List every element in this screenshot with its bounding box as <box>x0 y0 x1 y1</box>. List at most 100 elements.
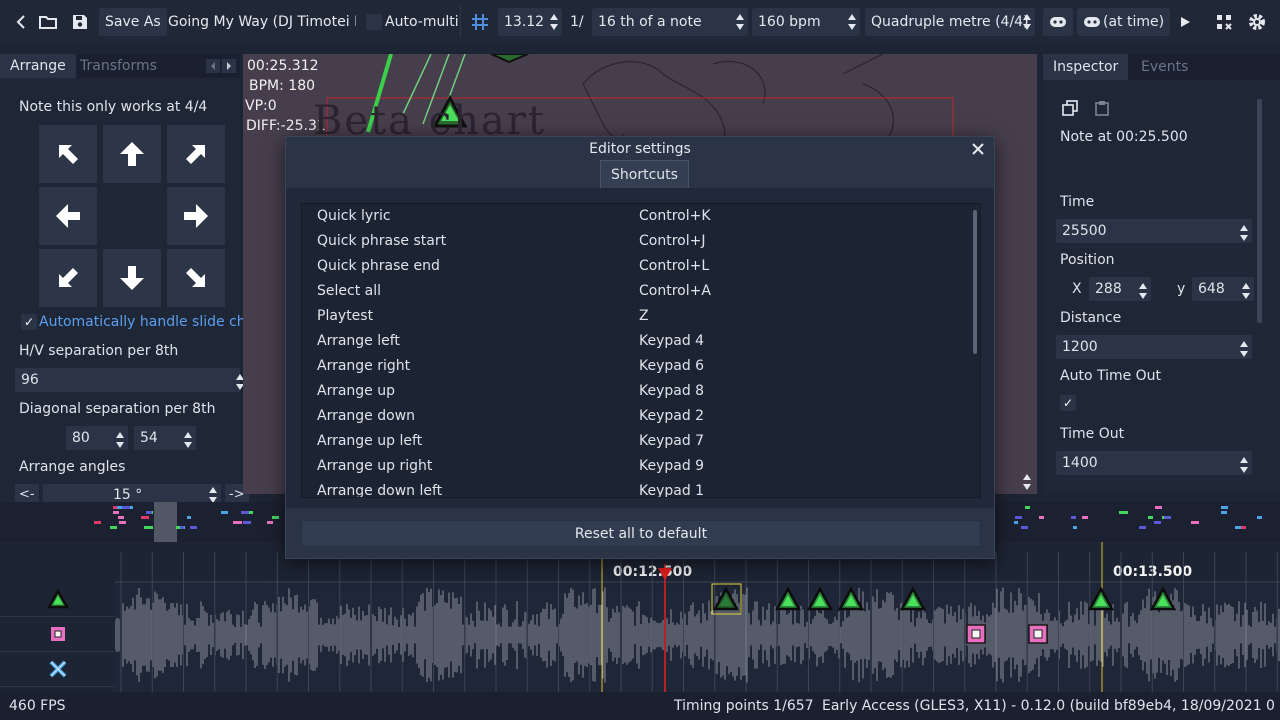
timeout-spin-icon[interactable] <box>1240 457 1248 473</box>
overview-viewport[interactable] <box>154 502 177 542</box>
snap-spin-icon[interactable] <box>550 14 558 30</box>
auto-slide-label: Automatically handle slide chains <box>39 314 275 330</box>
distance-spin-icon[interactable] <box>1240 341 1248 357</box>
tab-scroll-left-icon[interactable] <box>206 59 220 73</box>
shortcut-name: Select all <box>317 283 381 299</box>
arrow-left-icon <box>56 204 80 228</box>
shortcut-key: Keypad 4 <box>639 333 705 349</box>
shortcut-row[interactable]: Arrange up left Keypad 7 <box>302 429 968 454</box>
time-field[interactable]: 25500 <box>1056 219 1252 243</box>
diag-x-spin-icon[interactable] <box>116 432 124 448</box>
tab-arrange[interactable]: Arrange <box>0 54 76 78</box>
arrange-left-button[interactable] <box>39 187 97 245</box>
distance-field[interactable]: 1200 <box>1056 335 1252 359</box>
preview-bpm: BPM: 180 <box>249 78 316 94</box>
gamepad-icon <box>1083 15 1101 29</box>
overview-mark <box>1139 526 1146 529</box>
position-y-field[interactable]: 648 <box>1192 277 1254 301</box>
dialog-title: Editor settings <box>589 141 691 157</box>
arrange-down-button[interactable] <box>103 249 161 307</box>
shortcut-row[interactable]: Arrange down left Keypad 1 <box>302 479 968 497</box>
arrange-down-right-button[interactable] <box>167 249 225 307</box>
hv-separation-field[interactable]: 96 <box>15 368 244 392</box>
y-spin-icon[interactable] <box>1242 283 1250 299</box>
save-as-button[interactable]: Save As <box>99 8 167 36</box>
playhead-marker <box>658 568 672 580</box>
gamepad-at-time-button[interactable]: (at time) <box>1077 8 1171 36</box>
note-timeline[interactable]: 00:12.500 00:13.500 <box>0 542 1280 692</box>
grid-snap-icon[interactable] <box>468 10 492 34</box>
shortcut-row[interactable]: Quick phrase end Control+L <box>302 254 968 279</box>
play-icon[interactable] <box>1173 10 1197 34</box>
shortcut-row[interactable]: Select all Control+A <box>302 279 968 304</box>
auto-slide-checkbox[interactable]: ✓ <box>21 314 37 330</box>
snap-value-field[interactable]: 13.12 <box>498 8 562 36</box>
preview-vp: VP:0 <box>245 98 277 114</box>
save-icon[interactable] <box>68 10 92 34</box>
settings-gear-icon[interactable] <box>1245 10 1269 34</box>
copy-icon[interactable] <box>1062 100 1078 116</box>
top-toolbar: Save As Going My Way (DJ Timotei EDI Aut… <box>0 0 1280 44</box>
fraction-label: 1/ <box>570 14 584 30</box>
paste-icon[interactable] <box>1094 100 1110 116</box>
overview-mark <box>1081 516 1089 519</box>
metre-select[interactable]: Quadruple metre (4/4) <box>865 8 1035 36</box>
overview-mark <box>1155 506 1162 509</box>
arrange-up-left-button[interactable] <box>39 125 97 183</box>
angle-spin-icon[interactable] <box>209 487 217 503</box>
open-folder-icon[interactable] <box>36 10 60 34</box>
shortcut-row[interactable]: Arrange right Keypad 6 <box>302 354 968 379</box>
bpm-field[interactable]: 160 bpm <box>752 8 860 36</box>
shortcut-list[interactable]: Quick lyric Control+K Quick phrase start Co… <box>301 203 981 498</box>
auto-timeout-checkbox[interactable]: ✓ <box>1060 395 1076 411</box>
overview-mark <box>1071 516 1076 519</box>
division-spin-icon[interactable] <box>736 14 744 30</box>
shortcut-row[interactable]: Arrange up Keypad 8 <box>302 379 968 404</box>
timeout-field[interactable]: 1400 <box>1056 451 1252 475</box>
tab-transforms[interactable]: Transforms <box>70 54 167 78</box>
arrange-right-button[interactable] <box>167 187 225 245</box>
arrange-panel: Arrange Transforms Note this only works … <box>0 54 274 506</box>
bpm-spin-icon[interactable] <box>848 14 856 30</box>
overview-mark <box>1222 506 1229 509</box>
auto-multi-checkbox[interactable] <box>366 14 382 30</box>
shortcut-row[interactable]: Quick phrase start Control+J <box>302 229 968 254</box>
arrange-note: Note this only works at 4/4 <box>19 99 208 115</box>
tab-events[interactable]: Events <box>1131 54 1198 80</box>
diagonal-y-field[interactable]: 54 <box>134 426 196 450</box>
tab-shortcuts[interactable]: Shortcuts <box>600 160 689 188</box>
shortcut-row[interactable]: Arrange left Keypad 4 <box>302 329 968 354</box>
close-icon[interactable] <box>968 139 988 159</box>
gamepad-button[interactable] <box>1043 8 1073 36</box>
shortcut-row[interactable]: Quick lyric Control+K <box>302 204 968 229</box>
note-division-select[interactable]: 16 th of a note <box>592 8 748 36</box>
shortcut-key: Keypad 7 <box>639 433 705 449</box>
diag-y-spin-icon[interactable] <box>184 432 192 448</box>
inspector-scrollbar[interactable] <box>1257 99 1262 323</box>
documentation-icon[interactable] <box>1212 10 1236 34</box>
position-x-label: X <box>1072 281 1082 297</box>
metre-spin-icon[interactable] <box>1023 14 1031 30</box>
tab-inspector[interactable]: Inspector <box>1043 54 1129 80</box>
shortcut-row[interactable]: Playtest Z <box>302 304 968 329</box>
overview-mark <box>271 516 279 519</box>
x-spin-icon[interactable] <box>1139 283 1147 299</box>
diagonal-x-field[interactable]: 80 <box>66 426 128 450</box>
preview-spin-icon[interactable] <box>1021 474 1031 490</box>
cross-icon <box>49 660 66 678</box>
overview-mark <box>145 511 153 514</box>
time-spin-icon[interactable] <box>1240 225 1248 241</box>
back-icon[interactable] <box>9 10 33 34</box>
arrange-up-right-button[interactable] <box>167 125 225 183</box>
shortcut-scrollbar[interactable] <box>973 210 977 354</box>
shortcut-row[interactable]: Arrange down Keypad 2 <box>302 404 968 429</box>
shortcut-row[interactable]: Arrange up right Keypad 9 <box>302 454 968 479</box>
overview-mark <box>119 521 126 524</box>
arrange-down-left-button[interactable] <box>39 249 97 307</box>
overview-mark <box>143 526 154 529</box>
tab-scroll-right-icon[interactable] <box>222 59 236 73</box>
overview-mark <box>1220 511 1228 514</box>
arrange-up-button[interactable] <box>103 125 161 183</box>
reset-all-button[interactable]: Reset all to default <box>301 520 981 547</box>
position-x-field[interactable]: 288 <box>1089 277 1151 301</box>
